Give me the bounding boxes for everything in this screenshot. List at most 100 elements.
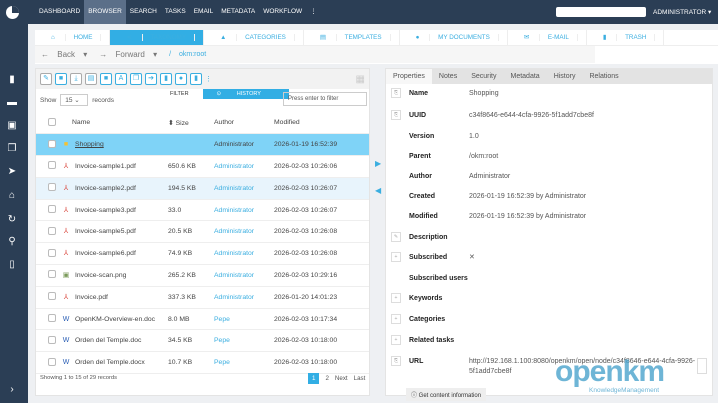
author-value[interactable]: Administrator xyxy=(469,173,510,180)
search-icon[interactable]: ⚲ xyxy=(6,236,18,248)
home-icon[interactable]: ⌂ xyxy=(6,190,18,202)
file-name-link[interactable]: Invoice.pdf xyxy=(75,294,108,301)
menu-metadata[interactable]: METADATA xyxy=(217,0,259,24)
path-link[interactable]: / okm:root xyxy=(163,51,218,58)
tab-my-documents[interactable]: ● MY DOCUMENTS xyxy=(400,30,508,45)
author-link[interactable]: Administrator xyxy=(214,220,274,244)
tab-history[interactable]: History xyxy=(547,69,583,84)
move-icon[interactable]: ➔ xyxy=(145,73,157,85)
author-link[interactable]: Administrator xyxy=(214,242,274,266)
more-icon[interactable]: ⋮ xyxy=(205,75,212,83)
delete-icon[interactable]: ▮ xyxy=(190,73,202,85)
copy-icon[interactable]: ❐ xyxy=(130,73,142,85)
table-row[interactable]: W Orden del Temple.doc 34.5 KB Pepe 2026-02-… xyxy=(36,329,369,353)
tab-metadata[interactable]: Metadata xyxy=(504,69,547,84)
copy-icon[interactable]: ❐ xyxy=(6,143,18,155)
row-checkbox[interactable] xyxy=(48,357,56,366)
send-icon[interactable]: ➤ xyxy=(6,166,18,178)
row-checkbox[interactable] xyxy=(48,161,56,170)
expand-right-icon[interactable]: ▶ xyxy=(375,159,381,168)
row-checkbox[interactable] xyxy=(48,292,56,301)
categories-action-icon[interactable]: + xyxy=(391,314,401,324)
history-tab[interactable]: ⊙ HISTORY xyxy=(202,89,289,99)
user-menu[interactable]: ADMINISTRATOR ▾ xyxy=(653,8,711,16)
row-checkbox[interactable] xyxy=(48,314,56,323)
rename-icon[interactable]: A xyxy=(115,73,127,85)
col-size[interactable]: ⬍ Size xyxy=(168,112,214,135)
file-name-link[interactable]: Orden del Temple.doc xyxy=(75,337,141,344)
file-name-link[interactable]: Invoice-sample2.pdf xyxy=(75,185,136,192)
file-name-link[interactable]: Invoice-sample1.pdf xyxy=(75,163,136,170)
scan-icon[interactable]: ■ xyxy=(100,73,112,85)
tab-security[interactable]: Security xyxy=(464,69,503,84)
edit-icon[interactable]: ✎ xyxy=(40,73,52,85)
author-link[interactable]: Administrator xyxy=(214,286,274,309)
table-row[interactable]: ⅄ Invoice-sample3.pdf 33.0 Administrator 202… xyxy=(36,199,369,222)
download-icon[interactable]: ⤓ xyxy=(70,73,82,85)
openkm-logo[interactable] xyxy=(6,6,19,19)
menu-dashboard[interactable]: DASHBOARD xyxy=(35,0,84,24)
col-name[interactable]: Name xyxy=(72,112,168,135)
author-link[interactable]: Administrator xyxy=(214,264,274,287)
row-checkbox[interactable] xyxy=(48,226,56,235)
filter-tab[interactable]: FILTER xyxy=(156,89,203,99)
page-next[interactable]: Next xyxy=(335,375,348,382)
tab-e-mail[interactable]: ✉ E-MAIL xyxy=(508,30,587,45)
print-icon[interactable]: ▤ xyxy=(85,73,97,85)
file-name-link[interactable]: Invoice-sample5.pdf xyxy=(75,228,136,235)
select-all-checkbox[interactable] xyxy=(48,117,56,126)
tab-properties[interactable]: Properties xyxy=(386,69,432,84)
tab-home[interactable]: ⌂ HOME xyxy=(35,30,111,45)
name-action-icon[interactable]: ⎘ xyxy=(391,88,401,98)
expand-left-icon[interactable]: ◀ xyxy=(375,186,381,195)
new-document-icon[interactable]: ▮ xyxy=(6,74,18,86)
author-link[interactable]: Pepe xyxy=(214,329,274,353)
file-name-link[interactable]: Orden del Temple.docx xyxy=(75,359,145,366)
author-link[interactable]: Administrator xyxy=(214,199,274,222)
row-checkbox[interactable] xyxy=(48,270,56,279)
copy-url-button[interactable] xyxy=(697,358,707,374)
new-folder-icon[interactable]: ▬ xyxy=(6,97,18,109)
tab-templates[interactable]: ▤ TEMPLATES xyxy=(304,30,400,45)
row-checkbox[interactable] xyxy=(48,183,56,192)
tab-categories[interactable]: ▲ CATEGORIES xyxy=(204,30,304,45)
table-row[interactable]: ■ Shopping Administrator 2026-01-19 16:52:3… xyxy=(36,133,369,157)
grid-view-icon[interactable]: ▦ xyxy=(356,74,365,85)
file-name-link[interactable]: Shopping xyxy=(75,141,104,148)
expand-icon[interactable]: › xyxy=(6,384,18,396)
global-search-input[interactable] xyxy=(556,7,646,17)
keywords-action-icon[interactable]: + xyxy=(391,293,401,303)
page-last[interactable]: Last xyxy=(354,375,366,382)
gallery-icon[interactable]: ▣ xyxy=(6,120,18,132)
tab-notes[interactable]: Notes xyxy=(432,69,464,84)
author-link[interactable]: Administrator xyxy=(214,177,274,200)
col-author[interactable]: Author xyxy=(214,112,274,135)
author-link[interactable]: Administrator xyxy=(214,155,274,178)
col-modified[interactable]: Modified xyxy=(274,112,369,135)
tab-taxonomy[interactable]: ⋖ TAXONOMY xyxy=(110,30,205,45)
description-action-icon[interactable]: ✎ xyxy=(391,232,401,242)
table-row[interactable]: ⅄ Invoice-sample6.pdf 74.9 KB Administrator… xyxy=(36,242,369,266)
tasks-action-icon[interactable]: + xyxy=(391,335,401,345)
get-content-info-button[interactable]: ⓘ Get content information xyxy=(406,388,487,401)
menu-email[interactable]: EMAIL xyxy=(190,0,218,24)
page-2[interactable]: 2 xyxy=(325,375,328,382)
menu-tasks[interactable]: TASKS xyxy=(161,0,190,24)
back-button[interactable]: ← Back ▾ xyxy=(35,50,93,59)
lock-icon[interactable]: ■ xyxy=(55,73,67,85)
url-action-icon[interactable]: ⎘ xyxy=(391,356,401,366)
file-name-link[interactable]: OpenKM-Overview-en.doc xyxy=(75,316,155,323)
tab-trash[interactable]: ▮ TRASH xyxy=(587,30,665,45)
author-link[interactable]: Pepe xyxy=(214,351,274,375)
table-row[interactable]: ⅄ Invoice-sample5.pdf 20.5 KB Administrator… xyxy=(36,220,369,244)
row-checkbox[interactable] xyxy=(48,139,56,148)
refresh-icon[interactable]: ↻ xyxy=(6,214,18,226)
row-checkbox[interactable] xyxy=(48,248,56,257)
author-link[interactable]: Pepe xyxy=(214,308,274,331)
menu-search[interactable]: SEARCH xyxy=(126,0,161,24)
trash-icon[interactable]: ▯ xyxy=(6,259,18,271)
file-name-link[interactable]: Invoice-sample6.pdf xyxy=(75,250,136,257)
play-icon[interactable]: ● xyxy=(175,73,187,85)
subscribed-action-icon[interactable]: + xyxy=(391,252,401,262)
row-checkbox[interactable] xyxy=(48,335,56,344)
